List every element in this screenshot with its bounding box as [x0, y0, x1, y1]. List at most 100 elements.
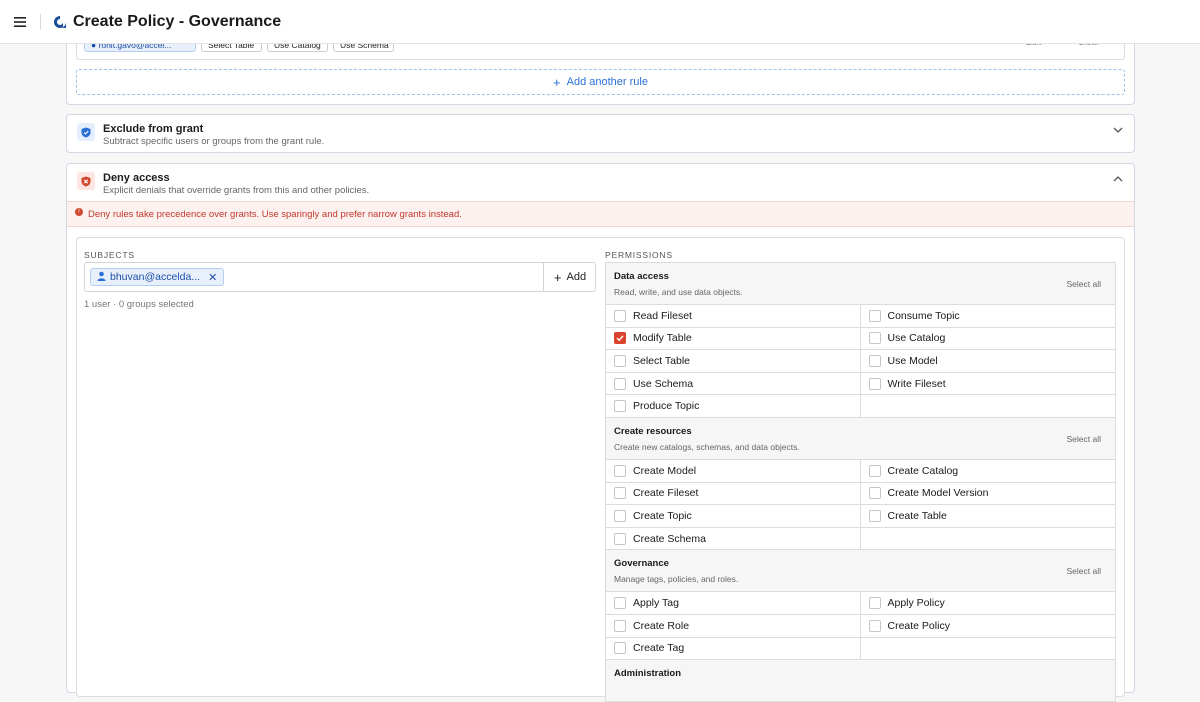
permission-row: Apply Tag Apply Policy	[606, 592, 1115, 615]
permission-create-topic[interactable]: Create Topic	[606, 505, 861, 527]
chevron-down-icon[interactable]	[1112, 124, 1124, 136]
permission-read-fileset[interactable]: Read Fileset	[606, 305, 861, 327]
permission-label: Use Model	[887, 354, 938, 367]
checkbox-icon[interactable]	[614, 400, 626, 413]
checkbox-icon[interactable]	[868, 509, 881, 522]
permission-create-policy[interactable]: Create Policy	[861, 615, 1116, 637]
permission-use-schema[interactable]: Use Schema	[606, 372, 861, 395]
checkbox-icon[interactable]	[614, 642, 626, 655]
checkbox-icon[interactable]	[614, 354, 626, 367]
permission-label: Produce Topic	[633, 400, 700, 413]
checkbox-icon[interactable]	[614, 597, 626, 610]
permission-group-data-access: Data access Read, write, and use data obj…	[606, 263, 1115, 305]
permission-row: Create Role Create Policy	[606, 614, 1116, 638]
deny-title: Deny access	[103, 172, 170, 184]
checkbox-icon[interactable]	[868, 377, 881, 390]
checkbox-icon[interactable]	[868, 464, 881, 477]
checkbox-icon[interactable]	[614, 377, 626, 390]
subject-chip-label: bhuvan@accelda...	[110, 271, 201, 283]
selection-count: 1 user · 0 groups selected	[84, 299, 194, 310]
checkbox-icon[interactable]	[868, 597, 881, 610]
empty-cell	[861, 395, 1116, 417]
header-divider	[40, 13, 41, 30]
alert-icon: !	[75, 208, 83, 216]
select-all-button[interactable]: Select all	[1067, 434, 1102, 444]
checkbox-icon[interactable]	[868, 332, 881, 345]
page-title: Create Policy - Governance	[73, 12, 282, 30]
permission-label: Apply Tag	[633, 597, 679, 610]
add-subject-button[interactable]: + Add	[543, 262, 596, 292]
permission-label: Create Table	[887, 509, 947, 522]
permission-select-table[interactable]: Select Table	[606, 350, 861, 372]
permission-label: Create Model	[633, 464, 697, 477]
permission-create-table[interactable]: Create Table	[861, 505, 1116, 527]
checkbox-icon[interactable]	[614, 509, 626, 522]
permission-row: Select Table Use Model	[606, 350, 1115, 373]
menu-icon[interactable]	[0, 0, 40, 44]
group-subtitle: Manage tags, policies, and roles.	[614, 574, 739, 585]
checkbox-icon[interactable]	[614, 619, 626, 632]
permission-label: Create Policy	[887, 619, 950, 632]
exclude-title: Exclude from grant	[103, 123, 204, 135]
group-subtitle: Create new catalogs, schemas, and data o…	[614, 441, 800, 452]
select-all-button[interactable]: Select all	[1067, 279, 1102, 289]
checkbox-icon[interactable]	[868, 619, 881, 632]
permission-apply-policy[interactable]: Apply Policy	[861, 592, 1116, 614]
checkbox-icon[interactable]	[614, 532, 626, 545]
permission-label: Use Catalog	[887, 332, 946, 345]
select-all-button[interactable]: Select all	[1067, 566, 1102, 576]
deny-warning-banner: ! Deny rules take precedence over grants…	[67, 201, 1134, 227]
user-icon	[97, 271, 106, 284]
checkbox-icon[interactable]	[614, 487, 626, 500]
permission-label: Create Topic	[633, 509, 692, 522]
shield-x-icon	[77, 172, 95, 190]
permission-label: Create Schema	[633, 532, 706, 545]
chevron-up-icon[interactable]	[1112, 173, 1124, 185]
permission-modify-table[interactable]: Modify Table	[606, 327, 861, 350]
exclude-section[interactable]: Exclude from grant Subtract specific use…	[66, 114, 1135, 153]
add-rule-label: Add another rule	[566, 76, 648, 88]
checkbox-icon[interactable]	[868, 309, 881, 322]
checkbox-icon[interactable]	[614, 464, 626, 477]
checkbox-icon[interactable]	[868, 354, 881, 367]
permissions-grid: Data access Read, write, and use data obj…	[605, 262, 1116, 702]
shield-icon	[77, 123, 95, 141]
permission-create-model[interactable]: Create Model	[606, 459, 861, 482]
plus-icon: +	[553, 74, 561, 90]
permission-label: Apply Policy	[887, 597, 945, 610]
exclude-subtitle: Subtract specific users or groups from t…	[103, 136, 325, 147]
permission-row: Read Fileset Consume Topic	[606, 305, 1115, 328]
permission-label: Create Model Version	[887, 487, 989, 500]
group-title: Data access	[614, 271, 669, 282]
logo-icon	[53, 15, 67, 29]
permission-row: Create Schema	[606, 527, 1115, 551]
permission-create-fileset[interactable]: Create Fileset	[606, 482, 861, 505]
permission-produce-topic[interactable]: Produce Topic	[606, 395, 861, 417]
permission-group-create-resources: Create resources Create new catalogs, sch…	[606, 417, 1115, 460]
permission-row: Modify Table Use Catalog	[606, 327, 1116, 351]
permission-use-catalog[interactable]: Use Catalog	[861, 328, 1116, 350]
checkbox-icon[interactable]	[614, 309, 626, 322]
permission-create-schema[interactable]: Create Schema	[606, 527, 861, 550]
permission-label: Create Catalog	[887, 464, 959, 477]
remove-chip-icon[interactable]: ✕	[208, 271, 217, 284]
permission-write-fileset[interactable]: Write Fileset	[861, 373, 1116, 395]
permission-row: Create Fileset Create Model Version	[606, 482, 1116, 506]
checkbox-icon[interactable]	[868, 487, 881, 500]
permission-label: Create Tag	[633, 642, 685, 655]
permission-create-tag[interactable]: Create Tag	[606, 637, 861, 660]
add-another-rule-button[interactable]: + Add another rule	[76, 69, 1125, 95]
permission-row: Create Topic Create Table	[606, 505, 1115, 528]
subject-chip: bhuvan@accelda... ✕	[90, 268, 225, 286]
checkbox-checked-icon[interactable]	[614, 332, 626, 345]
permission-row: Create Model Create Catalog	[606, 459, 1116, 483]
permission-create-model-version[interactable]: Create Model Version	[861, 483, 1116, 505]
permission-apply-tag[interactable]: Apply Tag	[606, 592, 861, 614]
permission-create-role[interactable]: Create Role	[606, 614, 861, 637]
permission-create-catalog[interactable]: Create Catalog	[861, 460, 1116, 482]
permission-consume-topic[interactable]: Consume Topic	[861, 305, 1116, 327]
permission-label: Create Role	[633, 619, 690, 632]
permission-use-model[interactable]: Use Model	[861, 350, 1116, 372]
deny-subtitle: Explicit denials that override grants fr…	[103, 185, 370, 196]
top-bar: Create Policy - Governance	[0, 0, 1200, 44]
